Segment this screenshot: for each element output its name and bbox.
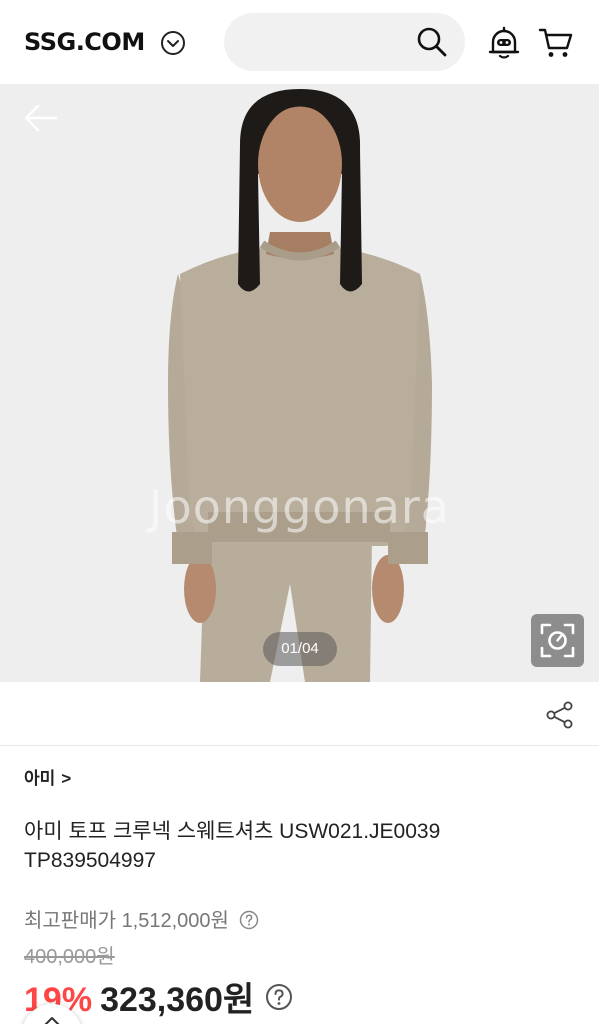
max-price-label: 최고판매가 [24,910,116,932]
cart-icon[interactable] [538,26,574,60]
chevron-right-icon: > [61,769,72,788]
product-title: 아미 토프 크루넥 스웨트셔츠 USW021.JE0039 TP83950499… [24,820,441,872]
max-price-value: 1,512,000원 [121,910,229,932]
share-icon[interactable] [545,700,575,730]
product-photo [168,89,432,682]
help-icon[interactable] [265,983,293,1011]
chevron-up-icon [44,1017,60,1024]
image-counter: 01/04 [263,632,337,666]
chevron-down-icon[interactable] [160,30,186,56]
share-row [0,682,599,746]
watermark: Joonggonara [149,480,450,534]
original-price: 400,000원 [24,946,115,968]
back-arrow-icon[interactable] [22,102,60,134]
ssg-logo[interactable]: SSG.COM [24,28,145,56]
sale-price: 323,360원 [100,981,255,1019]
search-icon[interactable] [416,26,448,58]
max-price: 최고판매가 1,512,000원 [24,904,259,933]
top-header: SSG.COM [0,0,599,84]
product-image-gallery[interactable]: Joonggonara 01/04 [0,84,599,682]
camera-lens-icon [540,623,575,658]
help-icon[interactable] [239,910,259,930]
image-search-button[interactable] [531,614,584,667]
brand-name: 아미 [24,769,56,788]
chatbot-icon[interactable] [487,26,521,60]
brand-link[interactable]: 아미 > [24,764,71,789]
